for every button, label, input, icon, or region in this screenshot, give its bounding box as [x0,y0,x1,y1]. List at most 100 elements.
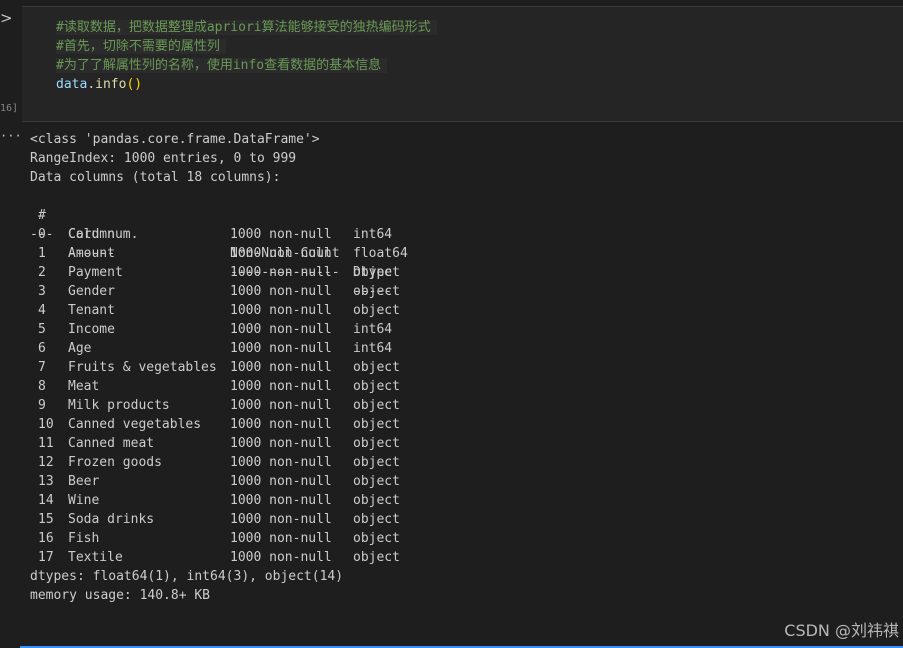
row-non-null-count: 1000 non-null [230,512,332,527]
row-non-null-count: 1000 non-null [230,493,332,508]
row-non-null-count: 1000 non-null [230,227,332,242]
row-dtype: object [353,398,400,413]
row-column-name: Beer [68,474,100,489]
row-non-null-count: 1000 non-null [230,436,332,451]
row-index: 10 [38,417,54,432]
output-menu-icon[interactable]: ··· [0,130,22,142]
row-column-name: Tenant [68,303,115,318]
row-non-null-count: 1000 non-null [230,417,332,432]
row-index: 13 [38,474,54,489]
code-comment: #读取数据，把数据整理成apriori算法能够接受的独热编码形式 [56,20,437,35]
output-rangeindex-line: RangeIndex: 1000 entries, 0 to 999 [30,151,297,166]
row-dtype: int64 [353,341,393,356]
row-dtype: object [353,474,400,489]
row-non-null-count: 1000 non-null [230,474,332,489]
code-editor[interactable]: #读取数据，把数据整理成apriori算法能够接受的独热编码形式 #首先，切除不… [56,18,437,94]
table-row: 12 Frozen goods 1000 non-null object [30,453,400,472]
row-column-name: Fruits & vegetables [68,360,217,375]
row-non-null-count: 1000 non-null [230,322,332,337]
row-dtype: object [353,303,400,318]
table-row: 9 Milk products 1000 non-null object [30,396,400,415]
code-comment: #为了了解属性列的名称，使用info查看数据的基本信息 [56,58,388,73]
row-index: 11 [38,436,54,451]
code-line-2: #首先，切除不需要的属性列 [56,37,437,56]
table-row: 5 Income 1000 non-null int64 [30,320,392,339]
row-non-null-count: 1000 non-null [230,455,332,470]
table-row: 11 Canned meat 1000 non-null object [30,434,400,453]
row-index: 14 [38,493,54,508]
table-body: 0 Card num. 1000 non-null int64 1 Amount 1000 … [30,225,408,567]
row-non-null-count: 1000 non-null [230,531,332,546]
row-dtype: float64 [353,246,408,261]
table-row: 0 Card num. 1000 non-null int64 [30,225,392,244]
table-header: # Column Non-Null Count Dtype [30,187,392,280]
table-row: 4 Tenant 1000 non-null object [30,301,400,320]
row-index: 9 [38,398,46,413]
row-column-name: Age [68,341,92,356]
row-dtype: object [353,417,400,432]
row-column-name: Gender [68,284,115,299]
row-index: 17 [38,550,54,565]
row-index: 12 [38,455,54,470]
code-comment: #首先，切除不需要的属性列 [56,39,226,54]
row-index: 7 [38,360,46,375]
row-index: 16 [38,531,54,546]
row-non-null-count: 1000 non-null [230,246,332,261]
row-column-name: Fish [68,531,100,546]
row-index: 8 [38,379,46,394]
watermark: CSDN @刘祎祺 [784,621,899,640]
table-row: 1 Amount 1000 non-null float64 [30,244,408,263]
table-row: 15 Soda drinks 1000 non-null object [30,510,400,529]
code-identifier: data [56,77,88,92]
table-row: 7 Fruits & vegetables 1000 non-null object [30,358,400,377]
row-index: 0 [38,227,46,242]
output-class-line: <class 'pandas.core.frame.DataFrame'> [30,132,320,147]
row-index: 4 [38,303,46,318]
code-dot: . [87,77,96,92]
output-dtypes-line: dtypes: float64(1), int64(3), object(14) [30,569,344,584]
row-dtype: object [353,531,400,546]
output-memory-line: memory usage: 140.8+ KB [30,588,211,603]
row-dtype: object [353,265,400,280]
table-row: 3 Gender 1000 non-null object [30,282,400,301]
row-index: 5 [38,322,46,337]
row-column-name: Milk products [68,398,170,413]
row-non-null-count: 1000 non-null [230,398,332,413]
row-non-null-count: 1000 non-null [230,265,332,280]
row-dtype: object [353,493,400,508]
row-index: 1 [38,246,46,261]
row-index: 2 [38,265,46,280]
row-column-name: Meat [68,379,100,394]
table-rule: --- ------ -------------- ----- [30,206,392,299]
row-non-null-count: 1000 non-null [230,303,332,318]
row-dtype: object [353,436,400,451]
row-column-name: Frozen goods [68,455,162,470]
row-non-null-count: 1000 non-null [230,550,332,565]
row-dtype: object [353,550,400,565]
row-column-name: Canned vegetables [68,417,202,432]
cell-output: <class 'pandas.core.frame.DataFrame'> Ra… [30,130,408,605]
chevron-right-icon[interactable]: > [0,10,13,26]
table-row: 2 Payment 1000 non-null object [30,263,400,282]
code-parens: () [126,77,143,92]
row-dtype: int64 [353,227,393,242]
code-line-1: #读取数据，把数据整理成apriori算法能够接受的独热编码形式 [56,18,437,37]
row-index: 15 [38,512,54,527]
row-non-null-count: 1000 non-null [230,341,332,356]
table-row: 8 Meat 1000 non-null object [30,377,400,396]
output-columns-line: Data columns (total 18 columns): [30,170,281,185]
row-non-null-count: 1000 non-null [230,360,332,375]
table-row: 17 Textile 1000 non-null object [30,548,400,567]
code-line-3: #为了了解属性列的名称，使用info查看数据的基本信息 [56,56,437,75]
row-column-name: Amount [68,246,115,261]
code-line-4: data.info() [56,75,437,94]
row-non-null-count: 1000 non-null [230,379,332,394]
row-dtype: int64 [353,322,393,337]
table-row: 14 Wine 1000 non-null object [30,491,400,510]
table-row: 13 Beer 1000 non-null object [30,472,400,491]
row-column-name: Payment [68,265,123,280]
row-column-name: Wine [68,493,100,508]
row-non-null-count: 1000 non-null [230,284,332,299]
code-function: info [95,77,127,92]
row-index: 3 [38,284,46,299]
